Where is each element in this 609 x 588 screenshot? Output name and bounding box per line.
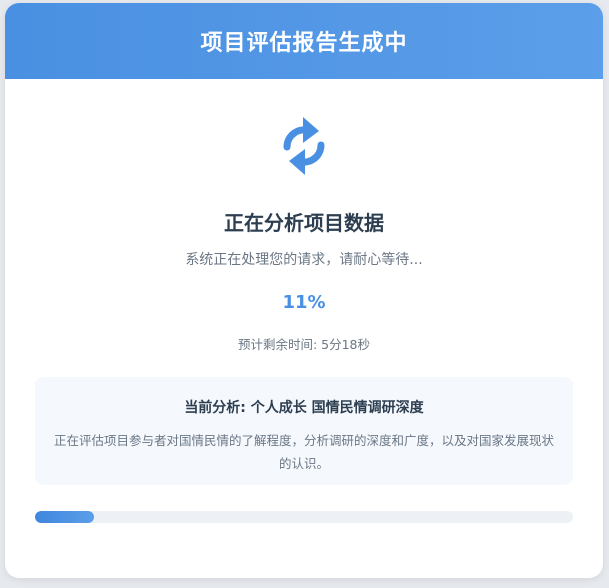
current-analysis-panel: 当前分析: 个人成长 国情民情调研深度 正在评估项目参与者对国情民情的了解程度，… (35, 377, 573, 485)
status-subtitle: 系统正在处理您的请求，请耐心等待... (185, 252, 423, 268)
analysis-title: 当前分析: 个人成长 国情民情调研深度 (184, 400, 424, 416)
eta-text: 预计剩余时间: 5分18秒 (237, 337, 371, 352)
progress-percent: 11% (282, 292, 326, 313)
status-title: 正在分析项目数据 (224, 211, 384, 235)
sync-icon (283, 117, 325, 175)
progress-card: 项目评估报告生成中 正在分析项目数据 系统正在处理您的请求，请耐心等待... 1… (5, 3, 603, 578)
analysis-description: 正在评估项目参与者对国情民情的了解程度，分析调研的深度和广度，以及对国家发展现状… (53, 433, 554, 471)
status-icon-wrap (5, 113, 603, 179)
card-header: 项目评估报告生成中 (5, 3, 603, 79)
progress-bar (35, 511, 573, 523)
page-title: 项目评估报告生成中 (200, 31, 408, 56)
progress-bar-fill (35, 511, 95, 523)
